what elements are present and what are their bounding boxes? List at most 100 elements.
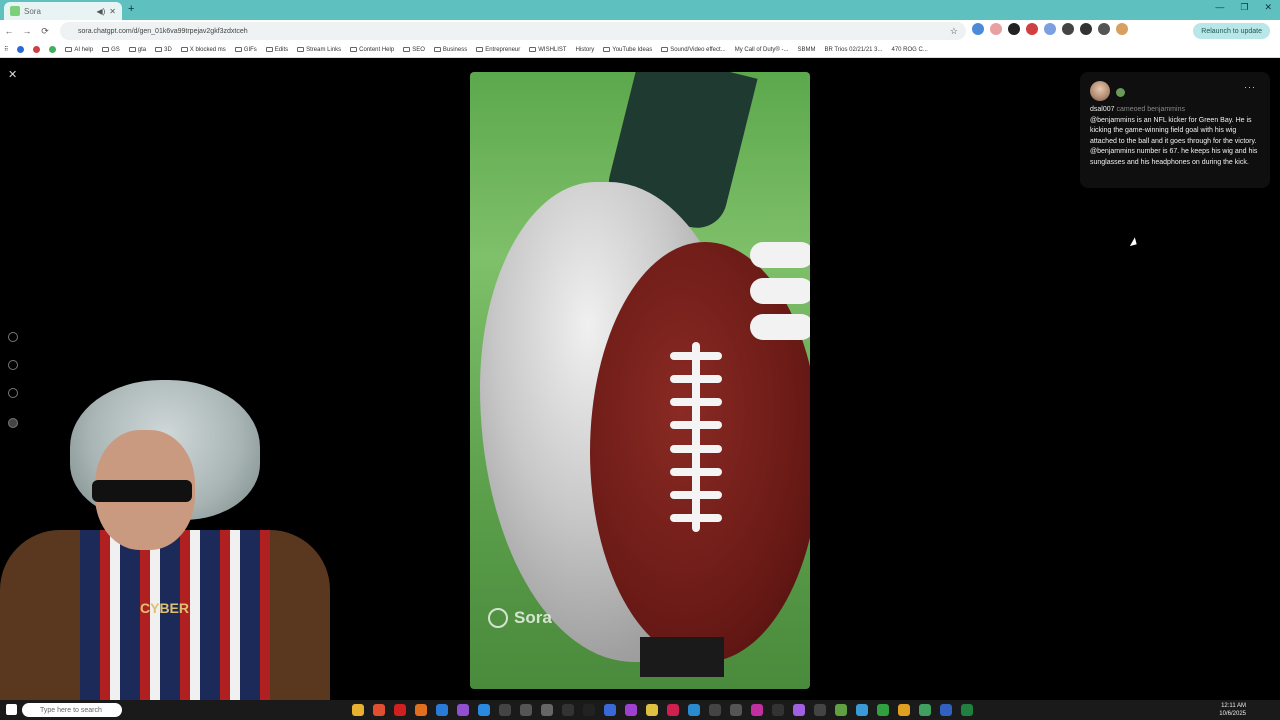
extension-icon[interactable]	[972, 23, 984, 35]
bookmark-item[interactable]: WISHLIST	[529, 47, 567, 53]
explore-icon[interactable]	[8, 332, 18, 342]
window-controls: — ❐ ✕	[1215, 2, 1272, 13]
download-icon[interactable]	[1098, 23, 1110, 35]
bookmark-item[interactable]: SBMM	[797, 47, 815, 53]
bookmark-item[interactable]: SEO	[403, 47, 425, 53]
app-icon[interactable]	[919, 704, 931, 716]
extension-icon[interactable]	[1026, 23, 1038, 35]
start-button[interactable]	[6, 704, 17, 715]
app-icon[interactable]	[520, 704, 532, 716]
bookmark-item[interactable]: My Call of Duty® -...	[735, 47, 789, 53]
opera-icon[interactable]	[394, 704, 406, 716]
more-options-button[interactable]: ···	[1244, 82, 1256, 92]
post-caption: @benjammins is an NFL kicker for Green B…	[1090, 117, 1258, 166]
app-icon[interactable]	[667, 704, 679, 716]
football-laces	[670, 342, 722, 532]
app-icon[interactable]	[541, 704, 553, 716]
app-icon[interactable]	[793, 704, 805, 716]
firefox-icon[interactable]	[415, 704, 427, 716]
bookmark-item[interactable]: GIFs	[234, 47, 257, 53]
bookmark-item[interactable]: AI help	[65, 47, 93, 53]
post-byline: dsal007 cameoed benjammins	[1090, 106, 1185, 113]
bookmark-item[interactable]: BR Trios 02/21/21 3...	[824, 47, 882, 53]
bookmark-item[interactable]: Entrepreneur	[476, 47, 520, 53]
cameo-action-text: cameoed benjammins	[1116, 106, 1185, 113]
bookmarks-bar: ⠿ AI help GS gta 3D X blocked ms GIFs Ed…	[0, 42, 1280, 58]
extension-icon[interactable]	[1044, 23, 1056, 35]
app-icon[interactable]	[625, 704, 637, 716]
url-field[interactable]: sora.chatgpt.com/d/gen_01k6va99trpejav2g…	[60, 22, 966, 40]
bookmark-item[interactable]: History	[576, 47, 595, 53]
bookmark-item[interactable]	[49, 46, 57, 53]
app-icon[interactable]	[835, 704, 847, 716]
excel-icon[interactable]	[961, 704, 973, 716]
username-link[interactable]: dsal007	[1090, 106, 1115, 113]
sidebar-icon[interactable]	[1080, 23, 1092, 35]
close-window-button[interactable]: ✕	[1264, 2, 1272, 13]
app-icon[interactable]	[709, 704, 721, 716]
apps-icon[interactable]: ⠿	[4, 46, 8, 53]
file-explorer-icon[interactable]	[646, 704, 658, 716]
app-icon[interactable]	[604, 704, 616, 716]
video-player[interactable]: Sora	[470, 72, 810, 689]
app-icon[interactable]	[499, 704, 511, 716]
taskbar-apps	[352, 704, 973, 716]
bookmark-star-icon[interactable]: ☆	[950, 26, 958, 37]
system-clock[interactable]: 12:11 AM 10/6/2025	[1219, 702, 1246, 718]
reload-icon[interactable]: ⟳	[36, 26, 54, 37]
app-icon[interactable]	[856, 704, 868, 716]
new-tab-button[interactable]: +	[128, 3, 134, 15]
app-icon[interactable]	[772, 704, 784, 716]
close-viewer-button[interactable]: ✕	[8, 68, 17, 81]
minimize-button[interactable]: —	[1215, 2, 1224, 13]
bookmark-item[interactable]: GS	[102, 47, 120, 53]
maximize-button[interactable]: ❐	[1240, 2, 1248, 13]
chrome-icon[interactable]	[352, 704, 364, 716]
mouse-cursor-icon	[1129, 237, 1140, 249]
sora-logo-icon	[488, 608, 508, 628]
extension-icon[interactable]	[990, 23, 1002, 35]
app-icon[interactable]	[457, 704, 469, 716]
sora-watermark: Sora	[488, 608, 552, 628]
taskbar-search-placeholder: Type here to search	[40, 706, 102, 714]
profile-icon[interactable]	[1116, 23, 1128, 35]
bookmark-item[interactable]: Stream Links	[297, 47, 341, 53]
bookmark-item[interactable]: 3D	[155, 47, 172, 53]
app-icon[interactable]	[562, 704, 574, 716]
app-icon[interactable]	[730, 704, 742, 716]
bookmark-item[interactable]: Content Help	[350, 47, 394, 53]
bookmark-item[interactable]: YouTube Ideas	[603, 47, 652, 53]
bookmark-item[interactable]: Sound/Video effect...	[661, 47, 726, 53]
bookmark-item[interactable]: Business	[433, 47, 467, 53]
app-icon[interactable]	[583, 704, 595, 716]
close-tab-icon[interactable]: ✕	[109, 7, 116, 16]
brave-icon[interactable]	[373, 704, 385, 716]
taskbar-search[interactable]: Type here to search	[22, 703, 122, 717]
extension-icon[interactable]	[1008, 23, 1020, 35]
relaunch-button[interactable]: Relaunch to update	[1193, 23, 1270, 39]
bookmark-item[interactable]	[17, 46, 25, 53]
bookmark-item[interactable]: Edits	[265, 47, 288, 53]
puzzle-icon[interactable]	[1062, 23, 1074, 35]
edge-icon[interactable]	[436, 704, 448, 716]
app-icon[interactable]	[814, 704, 826, 716]
search-icon[interactable]	[8, 360, 18, 370]
app-icon[interactable]	[688, 704, 700, 716]
speaker-icon[interactable]: ◀)	[96, 7, 105, 16]
clock-date: 10/6/2025	[1219, 711, 1246, 717]
bookmark-item[interactable]: 470 ROG C...	[892, 47, 928, 53]
app-icon[interactable]	[478, 704, 490, 716]
app-icon[interactable]	[877, 704, 889, 716]
back-icon[interactable]: ←	[0, 26, 18, 36]
forward-icon[interactable]: →	[18, 26, 36, 36]
bookmark-item[interactable]: X blocked ms	[180, 47, 226, 53]
bookmark-item[interactable]: gta	[128, 47, 146, 53]
app-icon[interactable]	[751, 704, 763, 716]
browser-tab[interactable]: Sora ◀) ✕	[4, 2, 122, 20]
avatar[interactable]	[1090, 81, 1110, 101]
browser-titlebar: Sora ◀) ✕ + — ❐ ✕	[0, 0, 1280, 20]
bookmark-item[interactable]	[33, 46, 41, 53]
word-icon[interactable]	[940, 704, 952, 716]
app-icon[interactable]	[898, 704, 910, 716]
windows-taskbar: Type here to search 12:11 AM 10/6/2025	[0, 700, 1280, 720]
